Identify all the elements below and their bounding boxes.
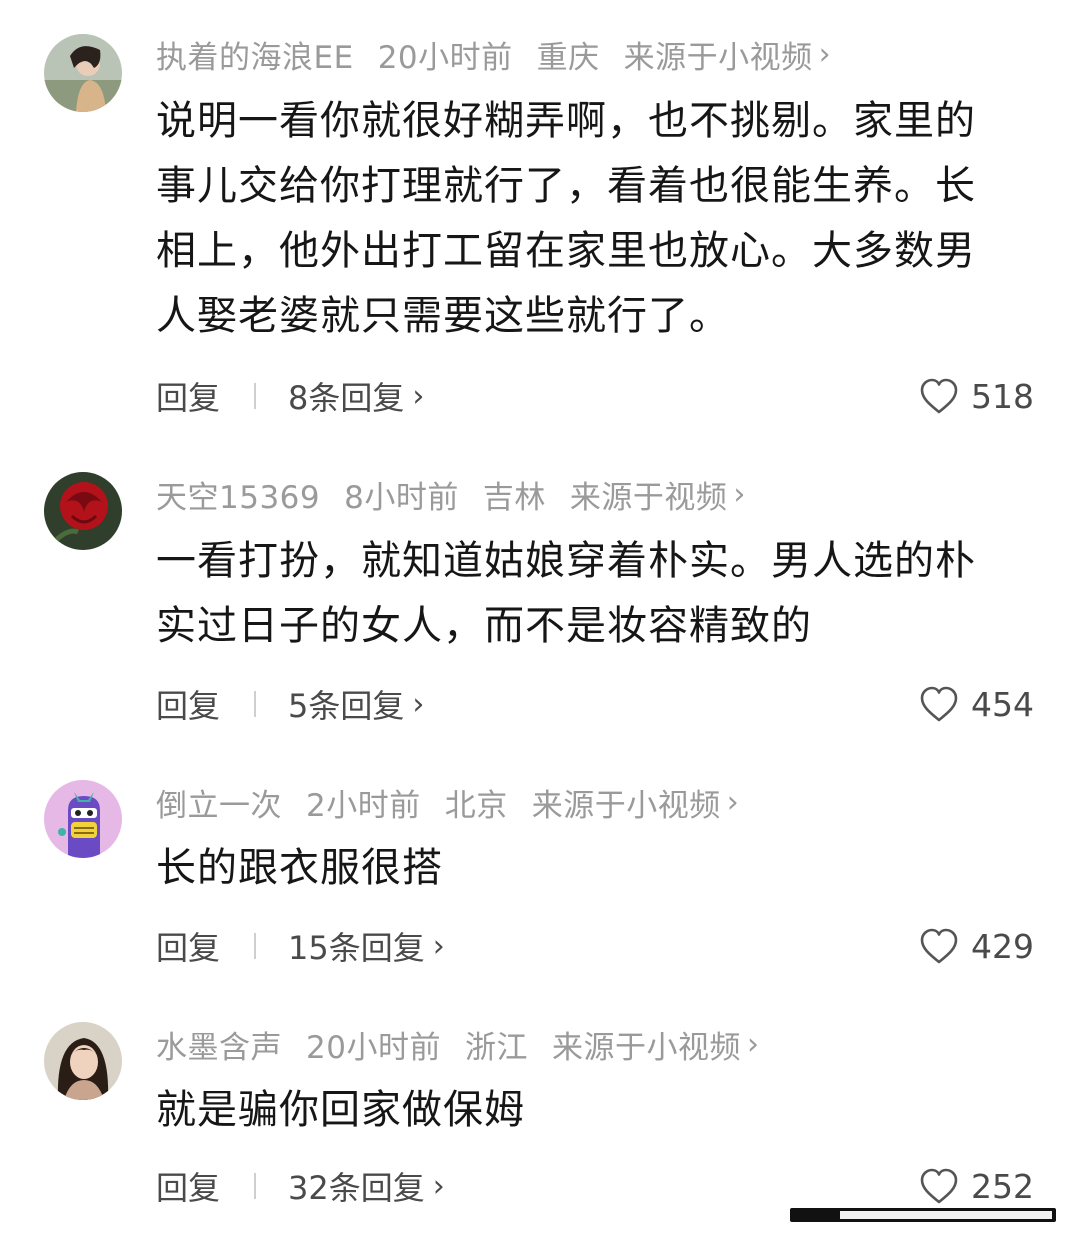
comment-actions: 回复 32条回复 › 252 xyxy=(156,1164,1034,1208)
avatar-image xyxy=(44,472,122,550)
avatar[interactable] xyxy=(44,472,122,550)
avatar-image xyxy=(44,780,122,858)
location: 重庆 xyxy=(536,39,600,76)
chevron-right-icon: › xyxy=(412,686,425,722)
username[interactable]: 倒立一次 xyxy=(156,780,282,825)
like-button[interactable]: 518 xyxy=(919,377,1034,416)
avatar[interactable] xyxy=(44,780,122,858)
divider xyxy=(254,933,257,959)
location: 吉林 xyxy=(482,479,546,516)
username[interactable]: 水墨含声 xyxy=(156,1022,282,1067)
avatar[interactable] xyxy=(44,1022,122,1100)
comment-line: 一看打扮，就知道姑娘穿着朴实。男人选的朴 xyxy=(156,538,976,584)
replies-count: 8条回复 xyxy=(288,379,405,417)
comment-text: 说明一看你就很好糊弄啊，也不挑剔。家里的 事儿交给你打理就行了，看着也很能生养。… xyxy=(156,89,1040,349)
comment-meta: 水墨含声 20小时前 浙江 来源于小视频 › xyxy=(156,1022,759,1066)
reply-button[interactable]: 回复 xyxy=(156,681,220,727)
comment-meta: 执着的海浪EE 20小时前 重庆 来源于小视频 › xyxy=(156,32,831,76)
input-bar-overlay xyxy=(790,1208,1056,1222)
source-link[interactable]: 来源于小视频 xyxy=(552,1022,741,1067)
comment-actions: 回复 8条回复 › 518 xyxy=(156,374,1034,418)
reply-button[interactable]: 回复 xyxy=(156,373,220,419)
post-time: 20小时前 xyxy=(377,39,513,76)
location: 浙江 xyxy=(464,1029,528,1066)
post-time: 8小时前 xyxy=(344,479,459,516)
divider xyxy=(254,691,257,717)
divider xyxy=(254,383,257,409)
chevron-right-icon: › xyxy=(746,1026,760,1062)
like-count: 454 xyxy=(971,684,1034,724)
heart-outline-icon xyxy=(920,928,958,964)
comment-line: 说明一看你就很好糊弄啊，也不挑剔。家里的 xyxy=(156,98,976,144)
source-link[interactable]: 来源于小视频 xyxy=(532,780,721,825)
like-button[interactable]: 252 xyxy=(919,1167,1034,1206)
source-link[interactable]: 来源于视频 xyxy=(570,472,728,517)
comment-meta: 倒立一次 2小时前 北京 来源于小视频 › xyxy=(156,780,739,824)
like-count: 429 xyxy=(971,926,1034,966)
comment-text: 长的跟衣服很搭 xyxy=(156,836,1040,901)
divider xyxy=(254,1173,257,1199)
chevron-right-icon: › xyxy=(432,928,445,964)
username[interactable]: 天空15369 xyxy=(156,472,320,517)
username[interactable]: 执着的海浪EE xyxy=(156,32,354,77)
comment-line: 人娶老婆就只需要这些就行了。 xyxy=(156,293,730,339)
like-button[interactable]: 454 xyxy=(919,685,1034,724)
view-replies-button[interactable]: 15条回复 › xyxy=(288,923,445,969)
comment-meta: 天空15369 8小时前 吉林 来源于视频 › xyxy=(156,472,746,516)
view-replies-button[interactable]: 5条回复 › xyxy=(288,681,424,727)
heart-outline-icon xyxy=(920,378,958,414)
like-button[interactable]: 429 xyxy=(919,927,1034,966)
like-count: 518 xyxy=(971,376,1034,416)
avatar[interactable] xyxy=(44,34,122,112)
comment-line: 实过日子的女人，而不是妆容精致的 xyxy=(156,603,812,649)
comment-text: 就是骗你回家做保姆 xyxy=(156,1078,1040,1143)
post-time: 20小时前 xyxy=(306,1029,441,1066)
chevron-right-icon: › xyxy=(726,784,740,820)
view-replies-button[interactable]: 32条回复 › xyxy=(288,1163,445,1209)
chevron-right-icon: › xyxy=(733,476,746,512)
heart-outline-icon xyxy=(920,686,958,722)
avatar-image xyxy=(44,1022,122,1100)
replies-count: 5条回复 xyxy=(288,687,405,725)
source-link[interactable]: 来源于小视频 xyxy=(624,32,813,77)
comment-actions: 回复 15条回复 › 429 xyxy=(156,924,1034,968)
chevron-right-icon: › xyxy=(432,1168,445,1204)
comment-line: 事儿交给你打理就行了，看着也很能生养。长 xyxy=(156,163,976,209)
reply-button[interactable]: 回复 xyxy=(156,923,220,969)
chevron-right-icon: › xyxy=(412,378,425,414)
avatar-image xyxy=(44,34,122,112)
post-time: 2小时前 xyxy=(306,787,421,824)
comment-line: 长的跟衣服很搭 xyxy=(156,845,443,891)
reply-button[interactable]: 回复 xyxy=(156,1163,220,1209)
like-count: 252 xyxy=(971,1166,1034,1206)
comment-line: 就是骗你回家做保姆 xyxy=(156,1087,525,1133)
comment-text: 一看打扮，就知道姑娘穿着朴实。男人选的朴 实过日子的女人，而不是妆容精致的 xyxy=(156,529,1040,659)
view-replies-button[interactable]: 8条回复 › xyxy=(288,373,424,419)
comment-actions: 回复 5条回复 › 454 xyxy=(156,682,1034,726)
replies-count: 32条回复 xyxy=(288,1169,425,1207)
heart-outline-icon xyxy=(920,1168,958,1204)
comment-line: 相上，他外出打工留在家里也放心。大多数男 xyxy=(156,228,976,274)
chevron-right-icon: › xyxy=(818,36,832,72)
location: 北京 xyxy=(444,787,508,824)
replies-count: 15条回复 xyxy=(288,929,425,967)
